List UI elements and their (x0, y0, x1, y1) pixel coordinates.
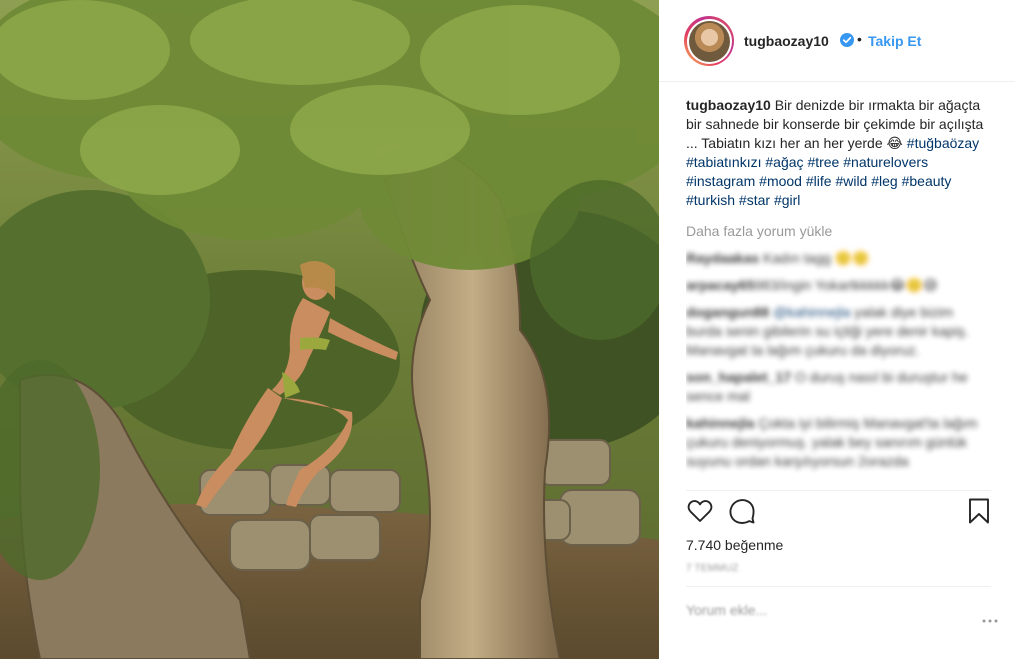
comment-username[interactable]: son_hapalet_17 (686, 369, 791, 385)
comment-item: kahinnejla Çokta iyi bilirmiş Manavgat't… (686, 414, 991, 471)
hashtag[interactable]: #turkish (686, 192, 735, 208)
post-actions-bar (686, 497, 991, 529)
hashtag[interactable]: #tuğbaözay (907, 135, 979, 151)
hashtag[interactable]: #instagram (686, 173, 755, 189)
comment-item: son_hapalet_17 O duruş nasıl bi duruştur… (686, 368, 991, 406)
hashtag[interactable]: #girl (774, 192, 800, 208)
comment-text: Kadın tagg 🙂🙂 (759, 250, 870, 266)
actions-divider (686, 490, 991, 491)
hashtag[interactable]: #beauty (902, 173, 952, 189)
hashtag[interactable]: #star (739, 192, 770, 208)
hashtag[interactable]: #tabiatınkızı (686, 154, 762, 170)
hashtag[interactable]: #ağaç (765, 154, 803, 170)
post-timestamp: 7 TEMMUZ (686, 563, 739, 574)
comment-username[interactable]: kahinnejla (686, 415, 754, 431)
avatar[interactable] (684, 16, 734, 66)
more-dots-icon[interactable] (981, 618, 999, 624)
add-comment-input[interactable]: Yorum ekle... (686, 602, 956, 632)
bookmark-icon[interactable] (965, 497, 993, 525)
comment-bubble-icon[interactable] (728, 497, 756, 525)
tree-photo-illustration (0, 0, 659, 659)
hashtag[interactable]: #wild (835, 173, 867, 189)
comment-text: 983/ingin Yokartkkkkk😂🙂😅 (754, 277, 938, 293)
comments-list[interactable]: tugbaozay10 Bir denizde bir ırmakta bir … (686, 96, 991, 488)
likes-count[interactable]: 7.740 beğenme (686, 537, 783, 553)
hashtag[interactable]: #life (806, 173, 832, 189)
username-link[interactable]: tugbaozay10 (744, 33, 829, 49)
post-header: tugbaozay10 • Takip Et (659, 0, 1015, 82)
comment-username[interactable]: arpacay65 (686, 277, 755, 293)
avatar-image (688, 20, 730, 62)
post-photo[interactable] (0, 0, 659, 659)
hashtag[interactable]: #mood (759, 173, 802, 189)
comment-item: dogangun88 @kahinnejla yalak diye bizim … (686, 303, 991, 360)
verified-badge-icon (840, 33, 854, 47)
hashtag[interactable]: #leg (871, 173, 897, 189)
comment-item: arpacay65983/ingin Yokartkkkkk😂🙂😅 (686, 276, 991, 295)
comment-item: Raydaakas Kadın tagg 🙂🙂 (686, 249, 991, 268)
comment-mention[interactable]: @kahinnejla (773, 304, 850, 320)
header-separator: • (857, 31, 862, 47)
heart-icon[interactable] (686, 497, 714, 525)
load-more-comments-button[interactable]: Daha fazla yorum yükle (686, 222, 991, 241)
comment-username[interactable]: dogangun88 (686, 304, 769, 320)
comment-input-divider (686, 586, 991, 587)
post-side-panel: tugbaozay10 • Takip Et tugbaozay10 Bir d… (659, 0, 1015, 659)
hashtag[interactable]: #naturelovers (843, 154, 928, 170)
caption-username[interactable]: tugbaozay10 (686, 97, 771, 113)
comment-username[interactable]: Raydaakas (686, 250, 759, 266)
follow-button[interactable]: Takip Et (868, 33, 921, 49)
hashtag[interactable]: #tree (807, 154, 839, 170)
post-caption: tugbaozay10 Bir denizde bir ırmakta bir … (686, 96, 991, 210)
